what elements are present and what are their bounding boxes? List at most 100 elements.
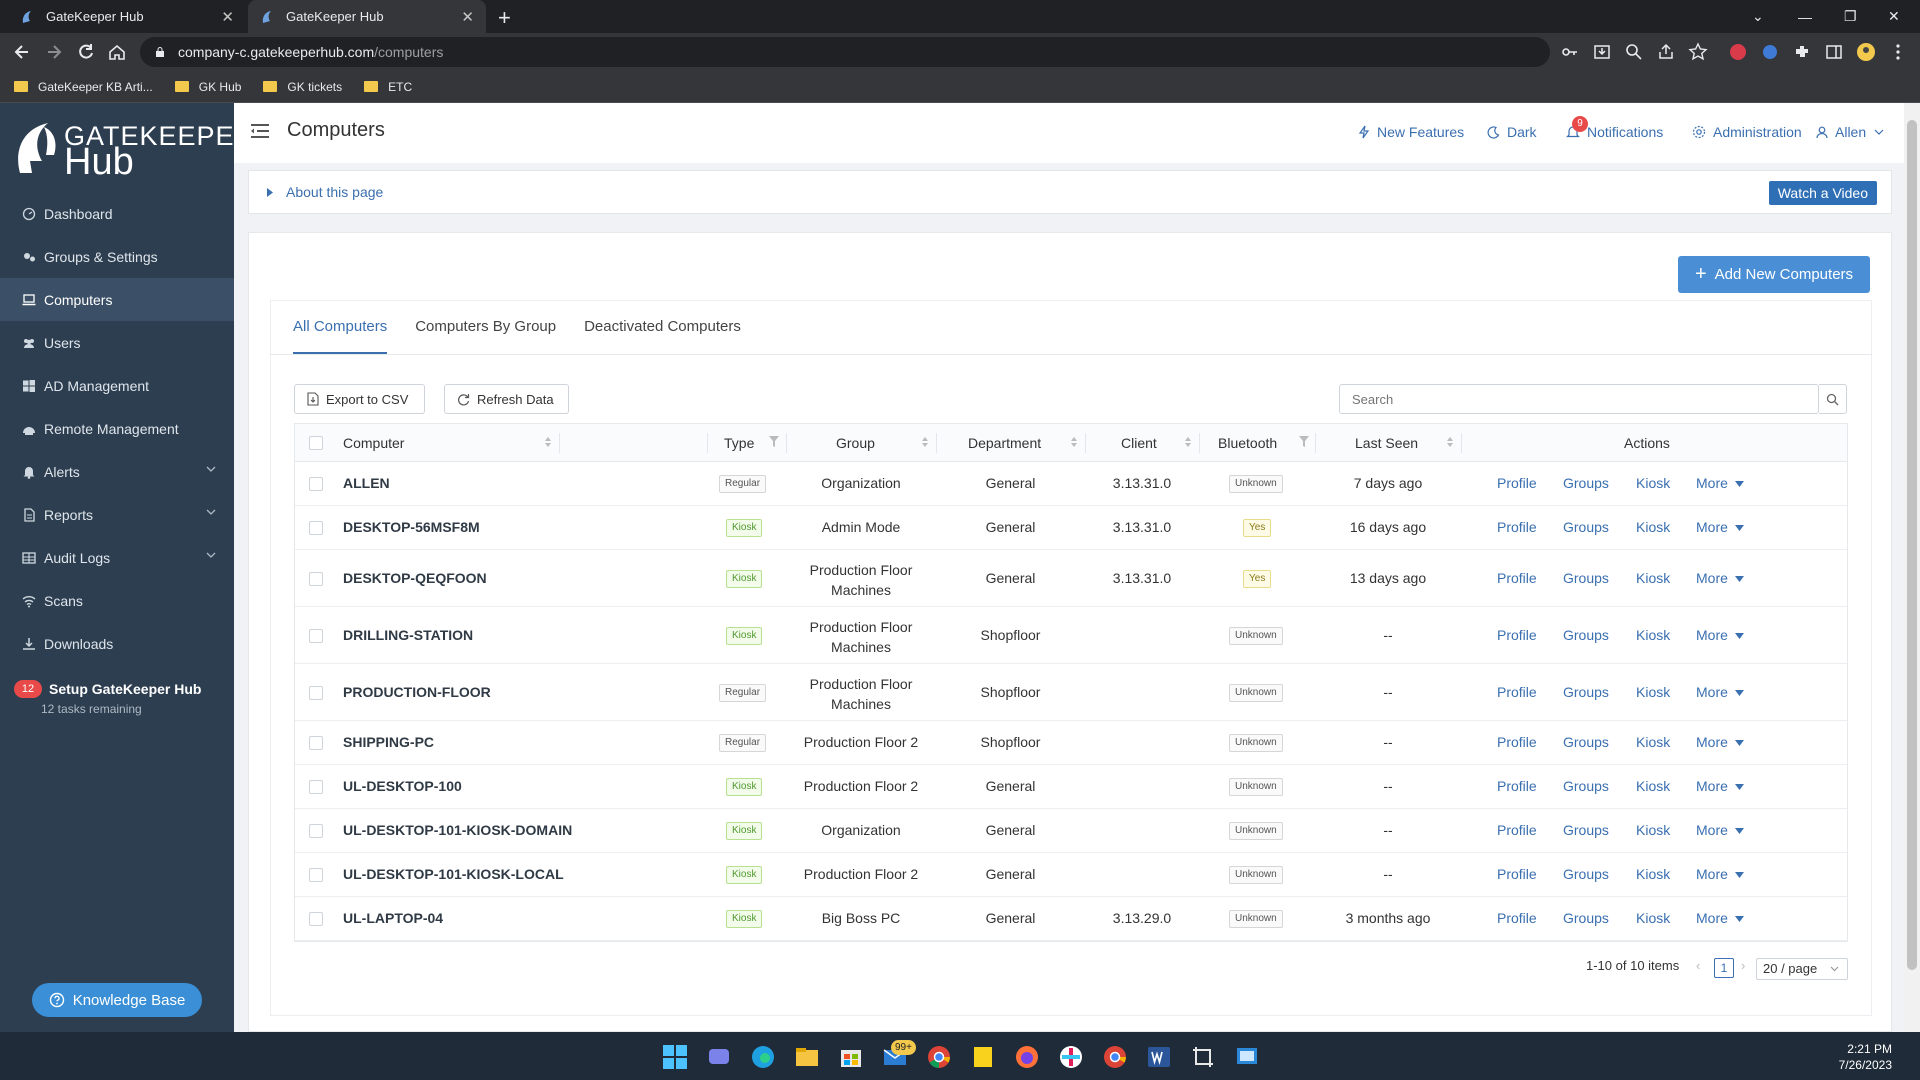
sort-icon[interactable]	[1070, 436, 1078, 448]
slack-icon[interactable]	[1058, 1044, 1084, 1070]
kiosk-link[interactable]: Kiosk	[1636, 910, 1670, 926]
row-checkbox[interactable]	[309, 824, 323, 838]
zoom-icon[interactable]	[1624, 42, 1644, 62]
browser-tab-2[interactable]: GateKeeper Hub ✕	[248, 0, 486, 33]
key-icon[interactable]	[1560, 42, 1580, 62]
menu-toggle-icon[interactable]	[250, 123, 270, 139]
restore-icon[interactable]: ❐	[1844, 0, 1857, 33]
profile-link[interactable]: Profile	[1497, 866, 1537, 882]
profile-avatar-icon[interactable]	[1856, 42, 1876, 62]
row-checkbox[interactable]	[309, 571, 323, 586]
side-panel-icon[interactable]	[1824, 42, 1844, 62]
profile-link[interactable]: Profile	[1497, 627, 1537, 643]
more-dropdown[interactable]: More	[1696, 684, 1744, 700]
bookmark-item[interactable]: GK tickets	[263, 80, 342, 94]
profile-link[interactable]: Profile	[1497, 684, 1537, 700]
groups-link[interactable]: Groups	[1563, 910, 1609, 926]
file-explorer-icon[interactable]	[794, 1044, 820, 1070]
puzzle-icon[interactable]	[1792, 42, 1812, 62]
new-features-link[interactable]: New Features	[1358, 124, 1464, 140]
new-tab-icon[interactable]: +	[498, 5, 511, 31]
column-last-seen[interactable]: Last Seen	[1355, 435, 1418, 451]
sort-icon[interactable]	[1446, 436, 1454, 448]
more-dropdown[interactable]: More	[1696, 734, 1744, 750]
snipping-tool-icon[interactable]	[1190, 1044, 1216, 1070]
bookmark-item[interactable]: GateKeeper KB Arti...	[14, 80, 153, 94]
row-checkbox[interactable]	[309, 628, 323, 643]
kiosk-link[interactable]: Kiosk	[1636, 519, 1670, 535]
kiosk-link[interactable]: Kiosk	[1636, 570, 1670, 586]
pagination-next-icon[interactable]: ›	[1741, 958, 1745, 973]
kebab-menu-icon[interactable]	[1888, 42, 1908, 62]
about-this-page-panel[interactable]: About this page Watch a Video	[248, 170, 1892, 214]
bookmark-item[interactable]: GK Hub	[174, 80, 241, 94]
window-close-icon[interactable]: ✕	[1888, 0, 1900, 33]
knowledge-base-button[interactable]: Knowledge Base	[32, 983, 202, 1017]
more-dropdown[interactable]: More	[1696, 475, 1744, 491]
sticky-notes-icon[interactable]	[970, 1044, 996, 1070]
kiosk-link[interactable]: Kiosk	[1636, 627, 1670, 643]
bookmark-star-icon[interactable]	[1688, 42, 1708, 62]
more-dropdown[interactable]: More	[1696, 519, 1744, 535]
back-icon[interactable]	[12, 42, 32, 62]
row-checkbox[interactable]	[309, 477, 323, 491]
word-icon[interactable]	[1146, 1044, 1172, 1070]
kiosk-link[interactable]: Kiosk	[1636, 822, 1670, 838]
sidebar-item-audit-logs[interactable]: Audit Logs	[0, 536, 234, 579]
profile-link[interactable]: Profile	[1497, 734, 1537, 750]
groups-link[interactable]: Groups	[1563, 822, 1609, 838]
profile-link[interactable]: Profile	[1497, 778, 1537, 794]
more-dropdown[interactable]: More	[1696, 570, 1744, 586]
sidebar-item-ad-management[interactable]: AD Management	[0, 364, 234, 407]
extension-blue-icon[interactable]	[1760, 42, 1780, 62]
tab-deactivated-computers[interactable]: Deactivated Computers	[584, 318, 741, 354]
row-checkbox[interactable]	[309, 685, 323, 700]
row-checkbox[interactable]	[309, 868, 323, 882]
add-new-computers-button[interactable]: + Add New Computers	[1678, 256, 1870, 293]
more-dropdown[interactable]: More	[1696, 910, 1744, 926]
tab-all-computers[interactable]: All Computers	[293, 318, 388, 354]
groups-link[interactable]: Groups	[1563, 866, 1609, 882]
forward-icon[interactable]	[44, 42, 64, 62]
sidebar-item-users[interactable]: Users	[0, 321, 234, 364]
profile-link[interactable]: Profile	[1497, 519, 1537, 535]
chrome-icon[interactable]	[926, 1044, 952, 1070]
edge-icon[interactable]	[750, 1044, 776, 1070]
sidebar-item-alerts[interactable]: Alerts	[0, 450, 234, 493]
page-size-select[interactable]: 20 / page	[1756, 958, 1848, 980]
dark-mode-toggle[interactable]: Dark	[1487, 124, 1537, 140]
install-icon[interactable]	[1592, 42, 1612, 62]
column-group[interactable]: Group	[836, 435, 875, 451]
minimize-icon[interactable]: —	[1798, 0, 1812, 33]
chrome-active-icon[interactable]	[1102, 1044, 1128, 1070]
export-csv-button[interactable]: Export to CSV	[294, 384, 425, 414]
pagination-page-1[interactable]: 1	[1714, 958, 1734, 978]
column-type[interactable]: Type	[724, 435, 754, 451]
reload-icon[interactable]	[76, 42, 96, 62]
user-menu[interactable]: Allen	[1816, 124, 1884, 140]
windows-start-icon[interactable]	[662, 1044, 688, 1070]
row-checkbox[interactable]	[309, 780, 323, 794]
sidebar-item-reports[interactable]: Reports	[0, 493, 234, 536]
more-dropdown[interactable]: More	[1696, 822, 1744, 838]
store-icon[interactable]	[838, 1044, 864, 1070]
select-all-checkbox[interactable]	[309, 436, 323, 450]
gatekeeper-logo[interactable]: GATEKEEPER Hub	[14, 117, 254, 183]
groups-link[interactable]: Groups	[1563, 684, 1609, 700]
groups-link[interactable]: Groups	[1563, 734, 1609, 750]
profile-link[interactable]: Profile	[1497, 475, 1537, 491]
home-icon[interactable]	[107, 42, 127, 62]
sidebar-item-computers[interactable]: Computers	[0, 278, 234, 321]
watch-video-button[interactable]: Watch a Video	[1768, 181, 1877, 205]
more-dropdown[interactable]: More	[1696, 778, 1744, 794]
share-icon[interactable]	[1656, 42, 1676, 62]
tab-search-icon[interactable]: ⌄	[1752, 0, 1764, 33]
groups-link[interactable]: Groups	[1563, 627, 1609, 643]
bookmark-item[interactable]: ETC	[364, 80, 412, 94]
row-checkbox[interactable]	[309, 736, 323, 750]
sidebar-item-downloads[interactable]: Downloads	[0, 622, 234, 665]
sort-icon[interactable]	[1184, 436, 1192, 448]
pagination-prev-icon[interactable]: ‹	[1696, 958, 1700, 973]
teams-chat-icon[interactable]	[706, 1044, 732, 1070]
browser-tab-1[interactable]: GateKeeper Hub ✕	[8, 0, 246, 33]
